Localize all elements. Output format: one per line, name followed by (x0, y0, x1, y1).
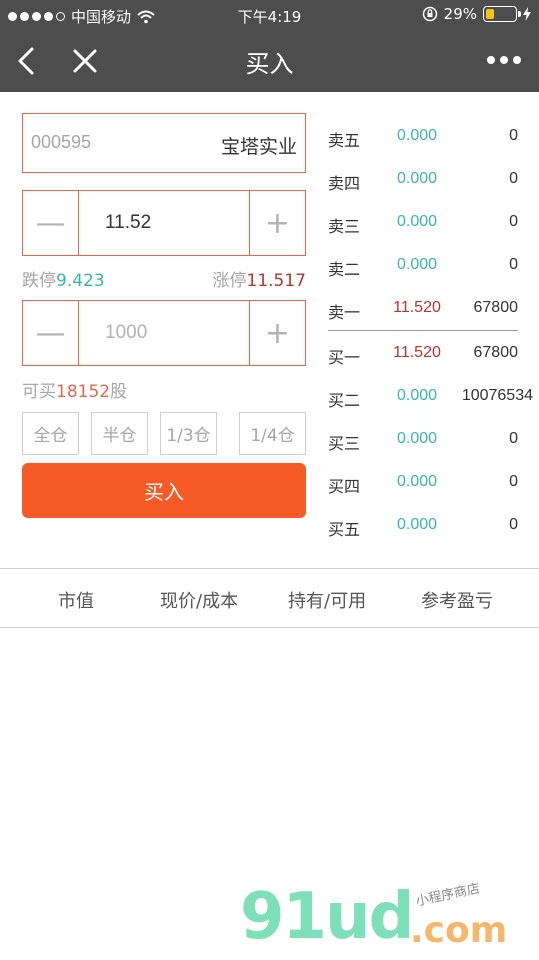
quantity-stepper: — 1000 + (22, 300, 306, 366)
ask-price: 0.000 (396, 127, 438, 144)
ask-row: 卖五 0.000 0 (328, 124, 533, 150)
more-icon[interactable] (487, 56, 521, 64)
page-title: 买入 (245, 50, 294, 78)
holdings-header: 市值 现价/成本 持有/可用 参考盈亏 (0, 568, 539, 628)
nav-bar: 买入 (0, 30, 539, 92)
holdings-col-price-cost: 现价/成本 (160, 591, 239, 612)
battery-fill (486, 9, 495, 19)
buy-button[interactable]: 买入 (22, 463, 306, 518)
quantity-increase-button[interactable]: + (249, 301, 305, 365)
ask-row: 卖三 0.000 0 (328, 210, 533, 236)
bid-row: 买五 0.000 0 (328, 513, 533, 539)
price-input[interactable]: 11.52 (79, 191, 249, 255)
limit-up-value: 11.517 (246, 271, 306, 291)
watermark-tagline: 小程序商店 (414, 881, 482, 910)
charging-icon (523, 7, 531, 21)
quantity-input[interactable]: 1000 (79, 301, 249, 365)
limit-up: 涨停11.517 (213, 266, 306, 291)
ask-row: 卖二 0.000 0 (328, 253, 533, 279)
battery-percent: 29% (443, 5, 477, 23)
ask-label: 卖四 (328, 174, 361, 193)
bid-label: 买五 (328, 520, 361, 539)
bid-volume: 10076534 (461, 387, 533, 404)
status-right: 29% (422, 5, 531, 23)
bid-label: 买三 (328, 434, 361, 453)
ask-price: 0.000 (396, 170, 438, 187)
ratio-full-button[interactable]: 全仓 (22, 412, 79, 455)
bid-label: 买四 (328, 477, 361, 496)
can-buy-suffix: 股 (110, 382, 128, 402)
stock-name: 宝塔实业 (220, 136, 297, 158)
bid-price: 0.000 (396, 430, 438, 447)
stock-selector[interactable]: 000595 宝塔实业 (22, 113, 306, 173)
ask-label: 卖三 (328, 217, 361, 236)
bid-volume: 0 (509, 516, 518, 533)
limit-down-value: 9.423 (56, 271, 105, 291)
watermark: 91ud 小程序商店 .com (240, 880, 539, 960)
bid-row: 买一 11.520 67800 (328, 341, 533, 367)
ask-label: 卖五 (328, 131, 361, 150)
ask-price: 11.520 (393, 299, 441, 316)
price-decrease-button[interactable]: — (23, 191, 79, 255)
price-stepper: — 11.52 + (22, 190, 306, 256)
holdings-col-market-value: 市值 (58, 591, 94, 612)
ask-row: 卖一 11.520 67800 (328, 296, 533, 322)
ask-row: 卖四 0.000 0 (328, 167, 533, 193)
battery-icon (483, 6, 521, 22)
bid-row: 买二 0.000 10076534 (328, 384, 533, 410)
bid-price: 0.000 (396, 516, 438, 533)
ask-volume: 67800 (473, 299, 519, 316)
ask-volume: 0 (509, 170, 518, 187)
ask-price: 0.000 (396, 256, 438, 273)
bid-label: 买二 (328, 391, 361, 410)
bid-price: 0.000 (396, 473, 438, 490)
can-buy-amount: 18152 (56, 382, 111, 402)
ask-volume: 0 (509, 127, 518, 144)
price-increase-button[interactable]: + (249, 191, 305, 255)
ask-label: 卖一 (328, 303, 361, 322)
limit-up-label: 涨停 (212, 271, 247, 291)
stock-code: 000595 (31, 132, 92, 152)
watermark-logo: 91ud (240, 880, 414, 954)
ratio-third-button[interactable]: 1/3仓 (160, 412, 217, 455)
bid-label: 买一 (328, 348, 361, 367)
quantity-decrease-button[interactable]: — (23, 301, 79, 365)
rotation-lock-icon (422, 6, 437, 22)
position-ratio-row: 全仓 半仓 1/3仓 1/4仓 (22, 412, 306, 456)
holdings-col-reference-pnl: 参考盈亏 (421, 591, 493, 612)
bid-row: 买四 0.000 0 (328, 470, 533, 496)
ask-price: 0.000 (396, 213, 438, 230)
bid-price: 0.000 (396, 387, 438, 404)
ask-volume: 0 (509, 213, 518, 230)
limit-down-label: 跌停 (22, 271, 56, 291)
bid-price: 11.520 (393, 344, 441, 361)
holdings-col-held-available: 持有/可用 (288, 591, 367, 612)
bid-row: 买三 0.000 0 (328, 427, 533, 453)
can-buy-info: 可买18152股 (22, 377, 127, 402)
price-limits: 跌停9.423 涨停11.517 (22, 266, 306, 291)
ratio-quarter-button[interactable]: 1/4仓 (239, 412, 306, 455)
bid-volume: 0 (509, 430, 518, 447)
bid-volume: 67800 (473, 344, 519, 361)
order-book-divider (328, 330, 518, 331)
watermark-domain: .com (410, 910, 508, 951)
status-bar: 中国移动 下午4:19 29% (0, 0, 539, 30)
can-buy-prefix: 可买 (22, 382, 56, 402)
ask-volume: 0 (509, 256, 518, 273)
ratio-half-button[interactable]: 半仓 (91, 412, 148, 455)
ask-label: 卖二 (328, 260, 361, 279)
limit-down: 跌停9.423 (22, 266, 105, 291)
bid-volume: 0 (509, 473, 518, 490)
